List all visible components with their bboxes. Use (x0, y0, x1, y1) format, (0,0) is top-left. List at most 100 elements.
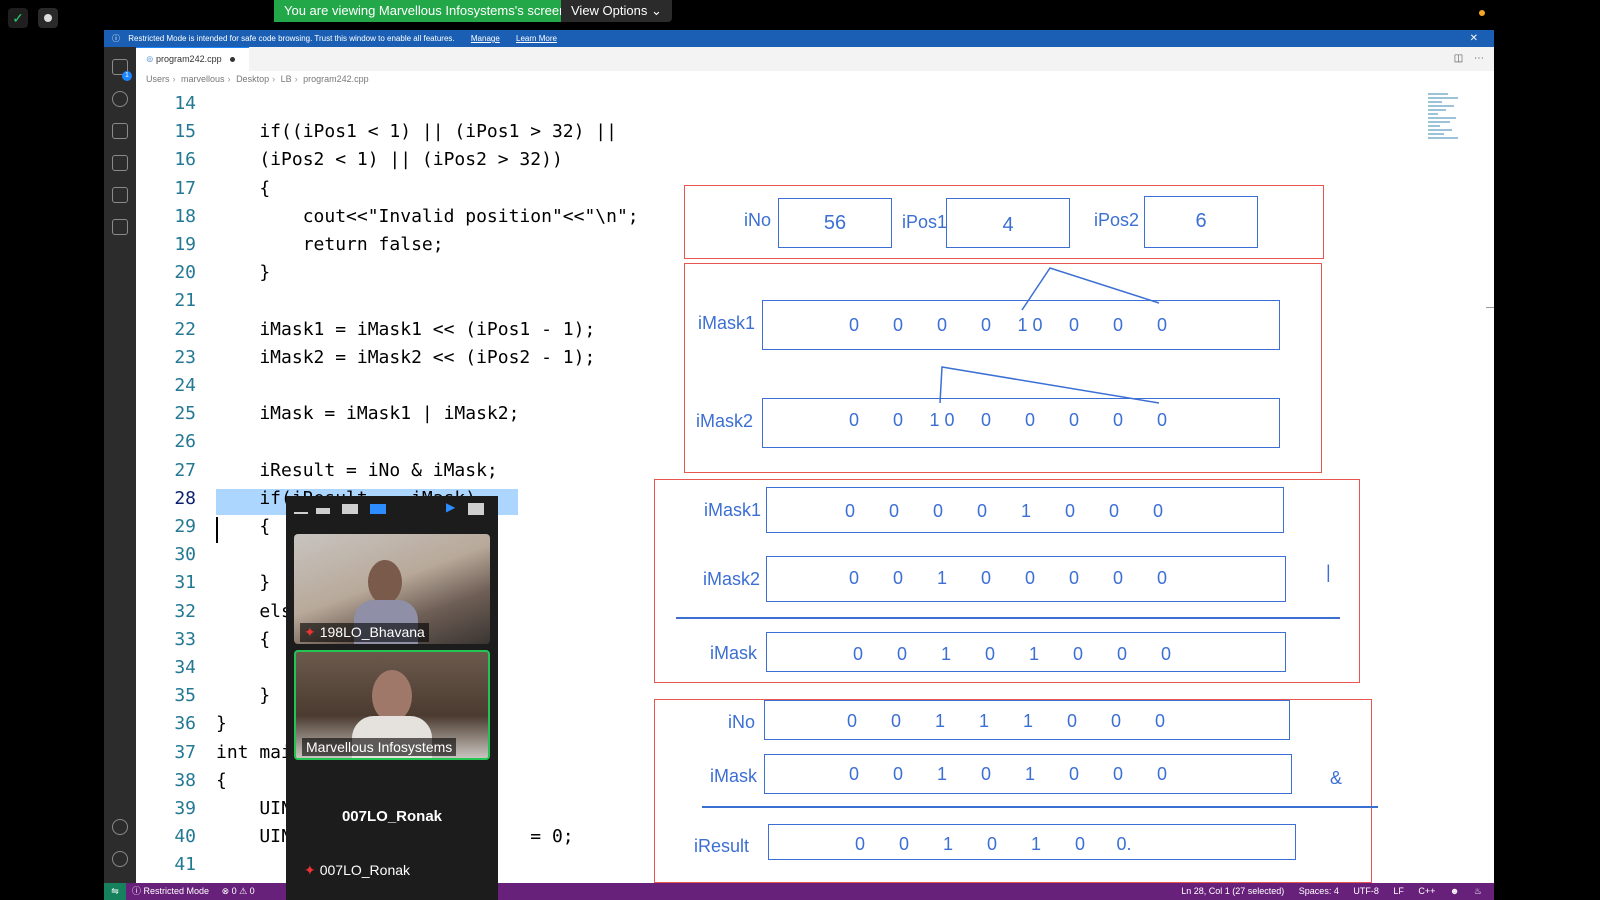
line-number: 28 (174, 487, 196, 509)
tab-program242[interactable]: ⊚ program242.cpp (136, 47, 250, 71)
line-number-gutter: 14 15 16 17 18 19 20 21 22 23 24 25 26 27 28 29 30 31 32 33… (136, 87, 204, 883)
line-number: 41 (174, 854, 196, 876)
breadcrumb-item[interactable]: Users (146, 74, 170, 84)
close-icon[interactable]: ✕ (1470, 30, 1478, 47)
line-number: 40 (174, 826, 196, 848)
line-number: 19 (174, 234, 196, 255)
restricted-mode-label: Restricted Mode (143, 886, 210, 896)
settings-gear-icon[interactable] (112, 851, 128, 867)
avatar (368, 560, 402, 604)
info-icon: ⓘ (112, 34, 120, 43)
gallery-view-icon[interactable] (370, 504, 386, 514)
next-page-icon[interactable]: ▶ (446, 500, 455, 514)
encoding[interactable]: UTF-8 (1353, 886, 1379, 896)
code-line: iMask2 = iMask2 << (iPos2 - 1); (216, 346, 596, 368)
scrollbar[interactable] (1486, 307, 1494, 308)
line-number: 23 (174, 346, 196, 368)
indentation[interactable]: Spaces: 4 (1299, 886, 1339, 896)
mic-muted-icon: ✦ (304, 862, 316, 878)
zoom-right-panel (1494, 0, 1600, 900)
minimize-icon[interactable] (294, 512, 308, 514)
line-number: 36 (174, 713, 196, 735)
line-number: 16 (174, 149, 196, 171)
participant-name: ✦ 007LO_Ronak (304, 862, 411, 878)
line-number: 21 (174, 290, 196, 312)
view-options-button[interactable]: View Options ⌄ (561, 0, 672, 22)
activity-bar: 1 (104, 47, 136, 883)
search-icon[interactable] (112, 91, 128, 107)
learn-more-link[interactable]: Learn More (516, 34, 557, 43)
participant-tile-active[interactable]: Marvellous Infosystems (294, 650, 490, 760)
unsaved-dot-icon[interactable] (230, 57, 236, 63)
account-icon[interactable] (112, 819, 128, 835)
code-line: { (216, 516, 271, 537)
notification-dot-icon (1479, 10, 1485, 16)
line-number: 38 (174, 769, 196, 791)
breadcrumb-item[interactable]: Desktop (236, 74, 269, 84)
restricted-mode-status[interactable]: ⓘ Restricted Mode (132, 886, 209, 896)
view-options-label: View Options (571, 3, 648, 18)
line-number: 14 (174, 93, 196, 114)
remote-icon[interactable]: ⇋ (104, 883, 126, 900)
participant-display-name: 007LO_Ronak (341, 808, 443, 825)
code-line: { (216, 628, 271, 650)
recording-icon[interactable] (38, 8, 58, 28)
participant-tile[interactable]: ✦ 198LO_Bhavana (294, 534, 490, 644)
code-line: } (216, 713, 227, 735)
source-control-icon[interactable] (112, 123, 128, 139)
code-line: (iPos2 < 1) || (iPos2 > 32)) (216, 149, 563, 171)
restricted-mode-banner: ⓘ Restricted Mode is intended for safe c… (104, 30, 1494, 47)
exit-fullscreen-icon[interactable] (468, 503, 484, 515)
extensions-icon[interactable] (112, 187, 128, 203)
manage-link[interactable]: Manage (471, 34, 500, 43)
strip-view-icon[interactable] (316, 508, 330, 514)
line-number: 27 (174, 459, 196, 481)
screen-share-banner: You are viewing Marvellous Infosystems's… (274, 0, 577, 22)
end-of-line[interactable]: LF (1393, 886, 1404, 896)
more-actions-icon[interactable]: ⋯ (1474, 53, 1484, 64)
participant-gallery: ▶ ✦ 198LO_Bhavana Marvellous Infosystems … (286, 496, 498, 900)
language-mode[interactable]: C++ (1418, 886, 1435, 896)
code-line: iMask1 = iMask1 << (iPos1 - 1); (216, 318, 596, 340)
line-number: 33 (174, 628, 196, 650)
code-line: iResult = iNo & iMask; (216, 459, 498, 481)
line-number: 17 (174, 177, 196, 199)
feedback-icon[interactable]: ☻ (1450, 886, 1459, 896)
remote-explorer-icon[interactable] (112, 219, 128, 235)
split-editor-icon[interactable]: ◫ (1454, 53, 1463, 64)
participant-tile[interactable]: 007LO_Ronak ✦ 007LO_Ronak (294, 768, 490, 892)
minimap[interactable] (1428, 91, 1472, 181)
line-number: 18 (174, 205, 196, 227)
participant-name: ✦ 198LO_Bhavana (300, 623, 429, 642)
security-shield-icon[interactable]: ✓ (8, 8, 28, 28)
line-number: 15 (174, 121, 196, 143)
code-line: cout<<"Invalid position"<<"\n"; (216, 205, 639, 227)
problems-count: 0 ⚠ 0 (231, 886, 255, 896)
notifications-bell-icon[interactable]: ♨ (1474, 886, 1482, 896)
line-number: 35 (174, 685, 196, 707)
line-number: 39 (174, 798, 196, 819)
line-number: 20 (174, 262, 196, 284)
restricted-notice-text: Restricted Mode is intended for safe cod… (128, 34, 455, 43)
speaker-view-icon[interactable] (342, 504, 358, 514)
line-number: 32 (174, 600, 196, 622)
line-number: 29 (174, 516, 196, 537)
line-number: 37 (174, 741, 196, 763)
line-number: 31 (174, 572, 196, 594)
explorer-badge: 1 (122, 71, 132, 81)
gallery-toolbar: ▶ (286, 496, 498, 524)
code-line: } (216, 685, 271, 707)
breadcrumb: Users › marvellous › Desktop › LB › program2… (146, 74, 369, 84)
tab-label: program242.cpp (156, 54, 222, 64)
code-line: { (216, 769, 227, 791)
breadcrumb-item[interactable]: program242.cpp (303, 74, 369, 84)
breadcrumb-item[interactable]: LB (281, 74, 292, 84)
editor-actions: ◫ ⋯ (1454, 47, 1484, 71)
cursor-position[interactable]: Ln 28, Col 1 (27 selected) (1181, 886, 1284, 896)
run-debug-icon[interactable] (112, 155, 128, 171)
problems-status[interactable]: ⊗ 0 ⚠ 0 (222, 886, 255, 896)
breadcrumb-item[interactable]: marvellous (181, 74, 225, 84)
code-line: } (216, 262, 271, 284)
line-number: 22 (174, 318, 196, 340)
code-line: iMask = iMask1 | iMask2; (216, 403, 520, 425)
